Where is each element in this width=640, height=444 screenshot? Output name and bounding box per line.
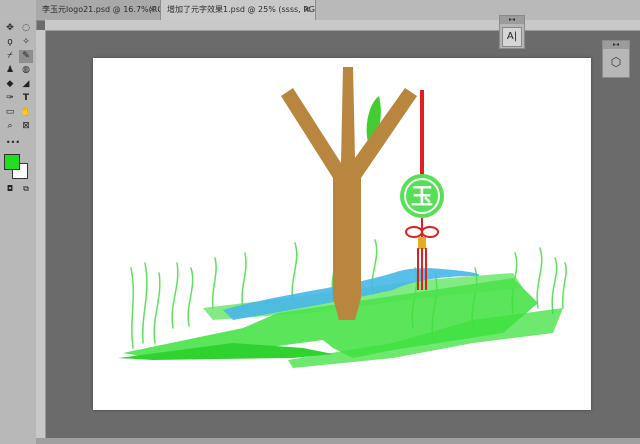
jade-medallion: 玉 (400, 174, 444, 218)
frame-tool-icon[interactable]: ⊠ (19, 120, 33, 133)
tab-document-2[interactable]: 增加了元字效果1.psd @ 25% (ssss, RGB/8) × (161, 0, 316, 20)
bow-knot (405, 218, 439, 238)
brush-tool-icon[interactable]: ✎ (19, 50, 33, 63)
tab-document-1[interactable]: 李玉元logo21.psd @ 16.7%(RGB/8) × (36, 0, 161, 20)
type-tool-icon[interactable]: T (19, 92, 33, 105)
eyedropper-tool-icon[interactable]: ⌿ (3, 50, 17, 63)
close-icon[interactable]: × (303, 0, 311, 20)
hand-tool-icon[interactable]: ✋ (19, 106, 33, 119)
tab-label: 李玉元logo21.psd @ 16.7%(RGB/8) (42, 5, 160, 14)
lasso-tool-icon[interactable]: ϙ (3, 36, 17, 49)
magic-wand-tool-icon[interactable]: ✧ (19, 36, 33, 49)
pen-tool-icon[interactable]: ✑ (3, 92, 17, 105)
dodge-tool-icon[interactable]: ◢ (19, 78, 33, 91)
panel-grip-icon[interactable]: ▸◂ (603, 41, 629, 49)
document-tab-bar: 李玉元logo21.psd @ 16.7%(RGB/8) × 增加了元字效果1.… (0, 0, 640, 21)
paint-bucket-tool-icon[interactable]: ◆ (3, 78, 17, 91)
quick-mask-icon[interactable]: ◘ (3, 182, 17, 195)
tools-panel: ✥ ◌ ϙ ✧ ⌿ ✎ ♟ ◍ ◆ ◢ ✑ T ▭ ✋ ⌕ ⊠ ••• ◘ ⧉ (0, 20, 37, 444)
panel-grip-icon[interactable]: ▸◂ (500, 16, 524, 24)
3d-cube-icon[interactable]: ⬡ (607, 53, 625, 71)
close-icon[interactable]: × (148, 0, 156, 20)
zoom-tool-icon[interactable]: ⌕ (3, 120, 17, 133)
horizontal-ruler (45, 20, 640, 31)
character-panel-button[interactable]: A| (502, 27, 522, 47)
eraser-tool-icon[interactable]: ◍ (19, 64, 33, 77)
collapsed-panel[interactable]: ▸◂ ⬡ (602, 40, 630, 78)
move-tool-icon[interactable]: ✥ (3, 22, 17, 35)
marquee-tool-icon[interactable]: ◌ (19, 22, 33, 35)
vertical-ruler (36, 30, 46, 444)
tassel (417, 237, 427, 290)
character-panel[interactable]: ▸◂ A| (499, 15, 525, 49)
stamp-tool-icon[interactable]: ♟ (3, 64, 17, 77)
status-bar (36, 438, 640, 444)
medallion-character: 玉 (411, 185, 433, 210)
more-tools-icon[interactable]: ••• (3, 136, 23, 149)
screen-mode-icon[interactable]: ⧉ (19, 182, 33, 195)
document-canvas[interactable]: 玉 (93, 58, 591, 410)
foreground-color-swatch[interactable] (4, 154, 20, 170)
shape-tool-icon[interactable]: ▭ (3, 106, 17, 119)
lantern-rope (420, 90, 424, 178)
tab-label: 增加了元字效果1.psd @ 25% (ssss, RGB/8) (167, 5, 316, 14)
artwork: 玉 (118, 67, 567, 368)
